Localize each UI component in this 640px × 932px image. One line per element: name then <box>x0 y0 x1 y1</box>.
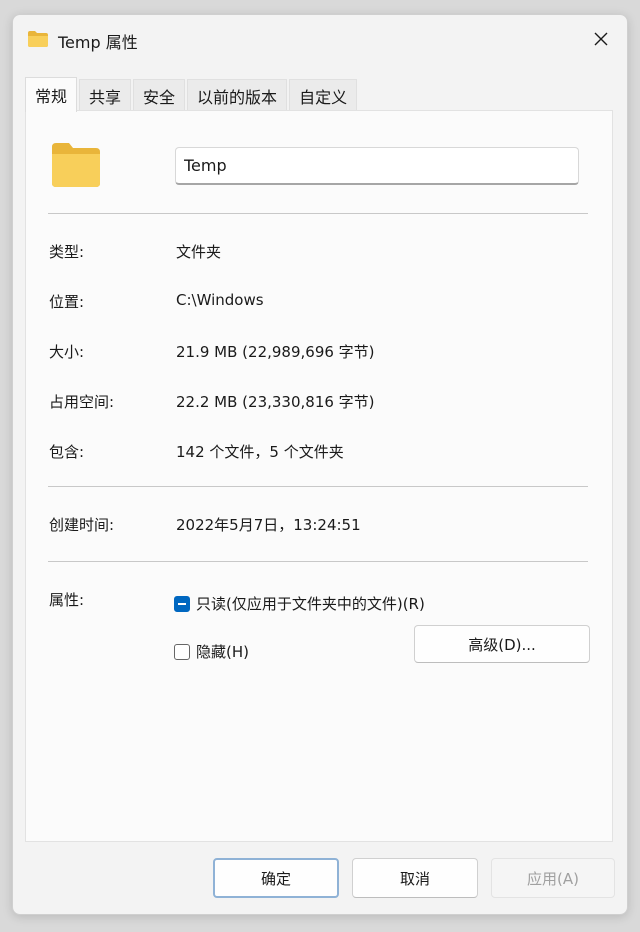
tab-previous-versions[interactable]: 以前的版本 <box>187 79 288 112</box>
contains-value: 142 个文件，5 个文件夹 <box>176 443 344 461</box>
hidden-label: 隐藏(H) <box>196 643 249 661</box>
close-button[interactable] <box>583 23 619 55</box>
separator <box>48 213 588 214</box>
created-value: 2022年5月7日，13:24:51 <box>176 516 361 534</box>
hidden-checkbox[interactable]: 隐藏(H) <box>174 641 249 662</box>
created-label: 创建时间: <box>49 516 115 534</box>
properties-dialog: Temp 属性 常规 共享 安全 以前的版本 自定义 类型: 文件夹 位置: C… <box>12 14 628 915</box>
size-value: 21.9 MB (22,989,696 字节) <box>176 343 375 361</box>
tab-general[interactable]: 常规 <box>25 77 78 112</box>
type-value: 文件夹 <box>176 243 222 261</box>
tab-sharing[interactable]: 共享 <box>79 79 132 112</box>
type-label: 类型: <box>49 243 85 261</box>
folder-name-input[interactable] <box>175 147 579 185</box>
separator <box>48 561 588 562</box>
folder-icon <box>28 31 48 47</box>
size-on-disk-value: 22.2 MB (23,330,816 字节) <box>176 393 375 411</box>
window-title: Temp 属性 <box>58 33 138 52</box>
attributes-label: 属性: <box>49 591 85 609</box>
readonly-checkbox[interactable]: 只读(仅应用于文件夹中的文件)(R) <box>174 593 425 614</box>
separator <box>48 486 588 487</box>
size-on-disk-label: 占用空间: <box>49 393 115 411</box>
ok-button[interactable]: 确定 <box>213 858 339 898</box>
tab-customize[interactable]: 自定义 <box>289 79 358 112</box>
readonly-checkbox-box[interactable] <box>174 595 190 612</box>
apply-button[interactable]: 应用(A) <box>491 858 615 898</box>
title-bar: Temp 属性 <box>13 15 627 63</box>
close-icon <box>594 32 608 46</box>
folder-icon <box>52 143 100 187</box>
size-label: 大小: <box>49 343 85 361</box>
advanced-button[interactable]: 高级(D)... <box>414 625 590 663</box>
location-label: 位置: <box>49 293 85 311</box>
location-value: C:\Windows <box>176 291 264 309</box>
tab-security[interactable]: 安全 <box>133 79 186 112</box>
general-panel: 类型: 文件夹 位置: C:\Windows 大小: 21.9 MB (22,9… <box>25 110 613 842</box>
cancel-button[interactable]: 取消 <box>352 858 478 898</box>
tab-strip: 常规 共享 安全 以前的版本 自定义 <box>25 77 359 112</box>
readonly-label: 只读(仅应用于文件夹中的文件)(R) <box>196 595 425 613</box>
contains-label: 包含: <box>49 443 85 461</box>
hidden-checkbox-box[interactable] <box>174 643 190 660</box>
